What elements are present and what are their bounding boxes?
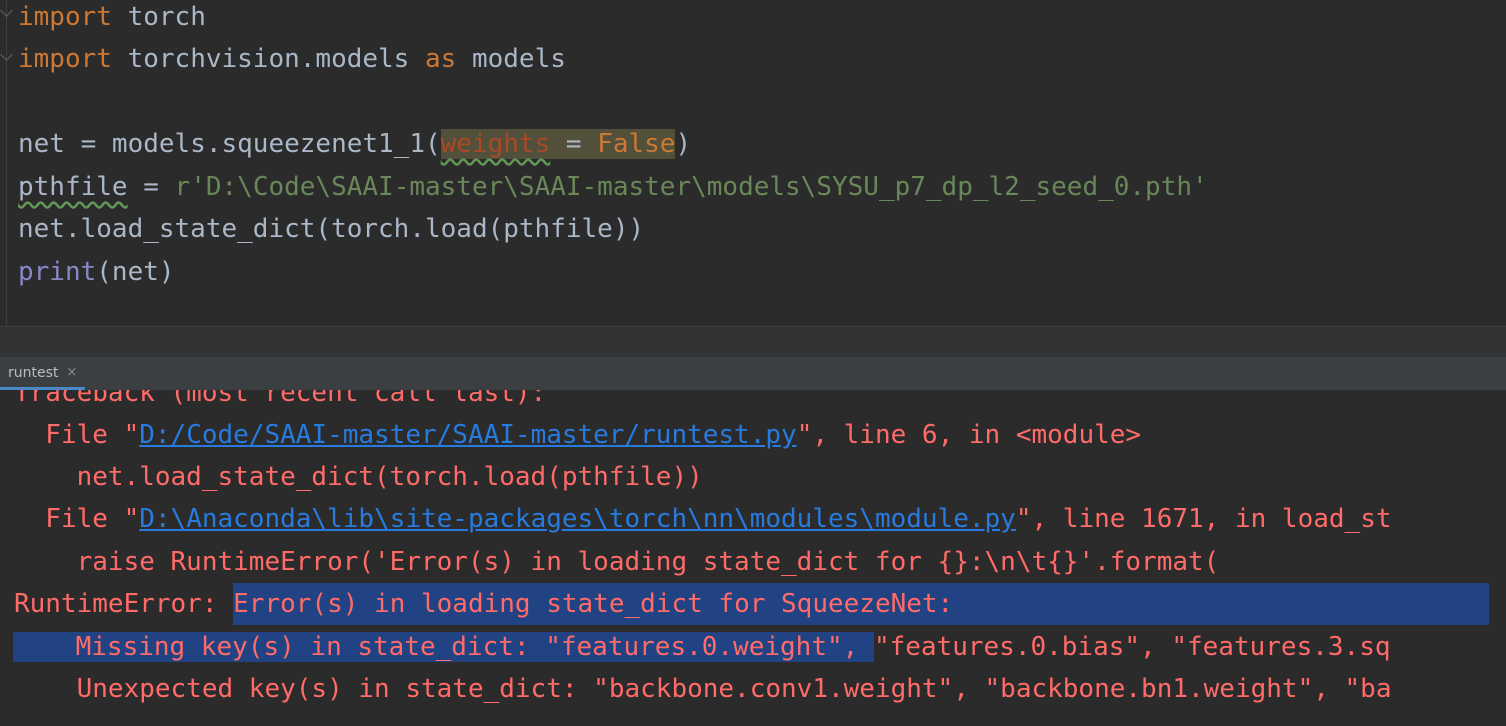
string-literal: r'D:\Code\SAAI-master\SAAI-master\models…	[174, 172, 1208, 202]
keyword: import	[18, 2, 112, 32]
variable: pthfile	[18, 172, 128, 202]
code-line-7: print(net)	[18, 252, 175, 292]
console-line: Unexpected key(s) in state_dict: "backbo…	[14, 674, 1392, 704]
close-icon[interactable]: ×	[66, 365, 77, 380]
run-console[interactable]: Traceback (most recent call last): File …	[0, 390, 1506, 726]
tab-label: runtest	[8, 364, 59, 381]
param-name: weights	[440, 129, 551, 159]
selected-text: Missing key(s) in state_dict: "features.…	[13, 632, 874, 662]
fold-icon[interactable]	[0, 4, 12, 18]
selected-text: Error(s) in loading state_dict for Squee…	[233, 583, 1490, 625]
console-line: RuntimeError: Error(s) in loading state_…	[14, 583, 1506, 625]
code-text: net = models.squeezenet1_1(	[18, 129, 441, 159]
code-text: =	[550, 129, 598, 159]
code-text: torch	[111, 2, 206, 32]
code-line-5: pthfile = r'D:\Code\SAAI-master\SAAI-mas…	[18, 167, 1208, 207]
file-link[interactable]: D:/Code/SAAI-master/SAAI-master/runtest.…	[139, 420, 796, 450]
code-editor[interactable]: import torch import torchvision.models a…	[0, 0, 1506, 326]
code-line-2: import torchvision.models as models	[18, 39, 566, 79]
code-text: torchvision.models	[111, 44, 425, 74]
console-line: net.load_state_dict(torch.load(pthfile))	[14, 462, 703, 492]
code-line-4: net = models.squeezenet1_1(weights = Fal…	[18, 124, 691, 164]
fold-icon[interactable]	[0, 48, 12, 62]
code-text: models	[456, 44, 566, 74]
console-line: File "D:/Code/SAAI-master/SAAI-master/ru…	[14, 420, 1142, 450]
panel-splitter[interactable]	[0, 326, 1506, 358]
console-line: Traceback (most recent call last):	[14, 390, 547, 408]
keyword: import	[18, 44, 112, 74]
code-text: =	[127, 172, 175, 202]
console-line: File "D:\Anaconda\lib\site-packages\torc…	[14, 504, 1392, 534]
code-line-6: net.load_state_dict(torch.load(pthfile))	[18, 209, 644, 249]
builtin-function: print	[18, 257, 97, 287]
run-tool-window-tabs: runtest ×	[0, 358, 1506, 390]
code-line-1: import torch	[18, 0, 206, 37]
code-text: net.load_state_dict(torch.load(pthfile))	[18, 214, 645, 244]
tab-runtest[interactable]: runtest ×	[0, 358, 86, 390]
keyword: False	[597, 129, 676, 159]
code-text: )	[675, 129, 692, 159]
file-link[interactable]: D:\Anaconda\lib\site-packages\torch\nn\m…	[139, 504, 1016, 534]
console-line: raise RuntimeError('Error(s) in loading …	[14, 547, 1220, 577]
console-line: Missing key(s) in state_dict: "features.…	[13, 632, 1391, 662]
code-text: (net)	[96, 257, 175, 287]
keyword: as	[425, 44, 457, 74]
